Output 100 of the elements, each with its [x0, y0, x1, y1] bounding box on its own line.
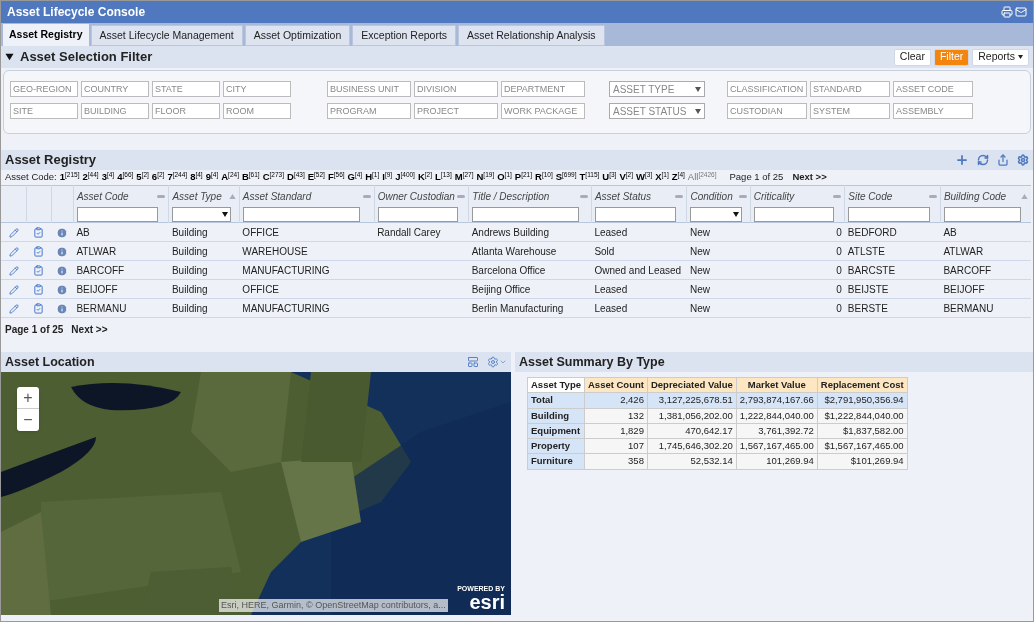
sort-icon[interactable] [457, 195, 466, 198]
settings-icon[interactable] [1017, 154, 1029, 166]
input-field[interactable]: BUSINESS UNIT [327, 81, 411, 97]
index-link[interactable]: Z$^{[4]}$ [671, 170, 685, 185]
index-link[interactable]: W$^{[3]}$ [636, 170, 653, 185]
sort-icon[interactable] [738, 195, 747, 198]
input-field[interactable]: WORK PACKAGE [501, 103, 585, 119]
edit-icon[interactable] [8, 246, 19, 257]
clipboard-icon[interactable] [33, 227, 45, 239]
mail-icon[interactable] [1015, 6, 1027, 18]
input-field[interactable]: ASSEMBLY [893, 103, 973, 119]
index-link[interactable]: D$^{[43]}$ [287, 170, 305, 185]
index-link[interactable]: 3$^{[4]}$ [101, 170, 115, 185]
input-field[interactable]: BUILDING [81, 103, 149, 119]
info-icon[interactable] [56, 302, 69, 315]
index-link[interactable]: H$^{[1]}$ [365, 170, 380, 185]
column-header[interactable]: Title / Description [468, 185, 592, 223]
index-link[interactable]: 1$^{[215]}$ [59, 170, 80, 185]
tab[interactable]: Asset Relationship Analysis [458, 25, 605, 46]
index-link[interactable]: O$^{[1]}$ [497, 170, 512, 185]
index-link[interactable]: All$^{[2426]}$ [687, 170, 717, 185]
sort-icon[interactable] [675, 195, 684, 198]
sort-icon[interactable] [928, 195, 937, 198]
input-field[interactable]: CITY [223, 81, 291, 97]
column-header[interactable]: Building Code [940, 185, 1031, 223]
clear-button[interactable]: Clear [893, 48, 931, 66]
index-link[interactable]: B$^{[61]}$ [241, 170, 260, 185]
index-link[interactable]: R$^{[10]}$ [535, 170, 553, 185]
input-field[interactable]: ASSET CODE [893, 81, 973, 97]
settings-icon[interactable] [487, 356, 507, 368]
index-link[interactable]: K$^{[2]}$ [417, 170, 433, 185]
tab[interactable]: Asset Optimization [244, 25, 351, 46]
index-link[interactable]: A$^{[24]}$ [221, 170, 239, 185]
panel-icon[interactable] [467, 356, 479, 368]
index-link[interactable]: N$^{[19]}$ [476, 170, 495, 185]
index-link[interactable]: P$^{[21]}$ [514, 170, 532, 185]
index-link[interactable]: T$^{[115]}$ [579, 170, 600, 185]
column-header[interactable]: Asset Status [591, 185, 687, 223]
input-field[interactable]: STATE [152, 81, 220, 97]
index-link[interactable]: 2$^{[44]}$ [82, 170, 99, 185]
info-icon[interactable] [56, 264, 69, 277]
refresh-icon[interactable] [977, 154, 989, 166]
input-field[interactable]: DEPARTMENT [501, 81, 585, 97]
column-filter-field[interactable] [943, 207, 1022, 222]
column-header[interactable]: Asset Type [168, 185, 240, 223]
input-field[interactable]: COUNTRY [81, 81, 149, 97]
index-link[interactable]: F$^{[56]}$ [327, 170, 345, 185]
index-link[interactable]: 8$^{[4]}$ [190, 170, 203, 185]
menu-button[interactable]: Reports [972, 48, 1029, 66]
input-field[interactable]: CUSTODIAN [727, 103, 807, 119]
edit-icon[interactable] [8, 303, 19, 314]
column-header[interactable]: Owner Custodian [374, 185, 469, 223]
input-field[interactable]: PROGRAM [327, 103, 411, 119]
input-field[interactable]: STANDARD [810, 81, 890, 97]
clipboard-icon[interactable] [33, 246, 45, 258]
select-field[interactable]: ASSET STATUS [609, 103, 705, 119]
column-header[interactable]: Asset Standard [239, 185, 375, 223]
input-field[interactable]: SITE [10, 103, 78, 119]
collapse-icon[interactable] [5, 53, 14, 61]
column-header[interactable]: Condition [686, 185, 751, 223]
next-link[interactable]: Next >> [71, 321, 108, 337]
column-header[interactable]: Asset Code [73, 185, 169, 223]
input-field[interactable]: PROJECT [414, 103, 498, 119]
next-link[interactable]: Next >> [792, 170, 827, 185]
index-link[interactable]: C$^{[273]}$ [262, 170, 284, 185]
export-icon[interactable] [997, 154, 1009, 166]
input-field[interactable]: SYSTEM [810, 103, 890, 119]
index-link[interactable]: 7$^{[244]}$ [167, 170, 188, 185]
print-icon[interactable] [1001, 6, 1013, 18]
clipboard-icon[interactable] [33, 265, 45, 277]
index-link[interactable]: J$^{[400]}$ [395, 170, 415, 185]
info-icon[interactable] [56, 245, 69, 258]
input-field[interactable]: DIVISION [414, 81, 498, 97]
index-link[interactable]: G$^{[4]}$ [347, 170, 363, 185]
info-icon[interactable] [56, 283, 69, 296]
edit-icon[interactable] [8, 265, 19, 276]
info-icon[interactable] [56, 226, 69, 239]
sort-icon[interactable] [579, 195, 588, 198]
input-field[interactable]: FLOOR [152, 103, 220, 119]
index-link[interactable]: V$^{[2]}$ [619, 170, 633, 185]
column-filter-select[interactable] [690, 207, 743, 222]
column-filter-field[interactable] [848, 207, 930, 222]
index-link[interactable]: M$^{[27]}$ [454, 170, 474, 185]
sort-icon[interactable] [833, 195, 842, 198]
index-link[interactable]: 5$^{[2]}$ [136, 170, 149, 185]
sort-icon[interactable] [228, 194, 236, 199]
column-filter-field[interactable] [753, 207, 835, 222]
index-link[interactable]: L$^{[13]}$ [435, 170, 452, 185]
index-link[interactable]: S$^{[699]}$ [555, 170, 577, 185]
input-field[interactable]: GEO-REGION [10, 81, 78, 97]
sort-icon[interactable] [1021, 194, 1028, 199]
zoom-out-button[interactable]: − [17, 409, 39, 431]
column-filter-field[interactable] [472, 207, 579, 222]
index-link[interactable]: I$^{[9]}$ [382, 170, 393, 185]
sort-icon[interactable] [157, 195, 166, 198]
tab[interactable]: Asset Lifecycle Management [90, 25, 243, 46]
index-link[interactable]: 6$^{[2]}$ [151, 170, 165, 185]
column-filter-field[interactable] [76, 207, 159, 222]
index-link[interactable]: U$^{[3]}$ [602, 170, 617, 185]
edit-icon[interactable] [8, 227, 19, 238]
